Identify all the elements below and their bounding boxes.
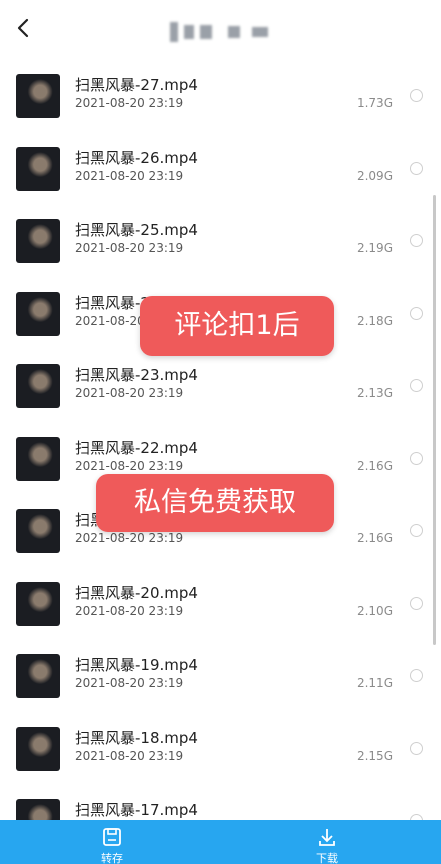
bottom-toolbar: 转存 下载 xyxy=(0,820,441,864)
file-name: 扫黑风暴-27.mp4 xyxy=(75,76,198,94)
video-thumbnail xyxy=(16,219,60,263)
file-size: 2.16G xyxy=(356,458,393,473)
file-size: 2.15G xyxy=(356,748,393,763)
file-date: 2021-08-20 23:19 xyxy=(75,386,184,400)
select-radio[interactable] xyxy=(410,669,423,682)
file-name: 扫黑风暴-19.mp4 xyxy=(75,656,198,674)
file-date: 2021-08-20 23:19 xyxy=(75,241,184,255)
file-name: 扫黑风暴-18.mp4 xyxy=(75,728,198,747)
video-thumbnail xyxy=(16,291,60,336)
file-size: 2.10G xyxy=(356,603,393,618)
video-thumbnail xyxy=(16,509,60,553)
file-name: 扫黑风暴-26.mp4 xyxy=(75,148,198,167)
file-row[interactable]: 扫黑风暴-27.mp4 2021-08-20 23:19 1.73G xyxy=(0,68,441,140)
file-row[interactable]: 扫黑风暴-26.mp4 2021-08-20 23:19 2.09G xyxy=(0,141,441,213)
select-radio[interactable] xyxy=(410,306,423,320)
download-label: 下载 xyxy=(316,852,338,864)
file-name: 扫黑风暴-25.mp4 xyxy=(75,221,198,239)
scrollbar[interactable] xyxy=(433,195,436,645)
video-thumbnail xyxy=(16,581,60,626)
file-size: 2.09G xyxy=(356,168,393,183)
select-radio[interactable] xyxy=(410,234,423,247)
file-name: 扫黑风暴-17.mp4 xyxy=(75,801,198,819)
select-radio[interactable] xyxy=(410,596,423,610)
file-size: 2.18G xyxy=(356,313,393,328)
file-row[interactable]: 扫黑风暴-19.mp4 2021-08-20 23:19 2.11G xyxy=(0,648,441,720)
video-thumbnail xyxy=(16,146,60,191)
save-disk-icon xyxy=(103,828,121,846)
download-button[interactable]: 下载 xyxy=(297,826,357,864)
header-bar xyxy=(0,0,441,60)
file-name: 扫黑风暴-22.mp4 xyxy=(75,438,198,457)
file-size: 2.11G xyxy=(356,676,393,690)
download-icon xyxy=(319,829,335,846)
file-date: 2021-08-20 23:19 xyxy=(75,96,184,110)
save-to-drive-button[interactable]: 转存 xyxy=(82,826,142,864)
file-row[interactable]: 扫黑风暴-25.mp4 2021-08-20 23:19 2.19G xyxy=(0,213,441,285)
file-date: 2021-08-20 23:19 xyxy=(75,748,184,763)
file-row[interactable]: 扫黑风暴-23.mp4 2021-08-20 23:19 2.13G xyxy=(0,358,441,430)
file-date: 2021-08-20 23:19 xyxy=(75,458,184,473)
file-size: 2.19G xyxy=(356,241,393,255)
select-radio[interactable] xyxy=(410,89,423,102)
video-thumbnail xyxy=(16,436,60,481)
file-date: 2021-08-20 23:19 xyxy=(75,603,184,618)
file-date: 2021-08-20 23:19 xyxy=(75,676,184,690)
video-thumbnail xyxy=(16,654,60,698)
promo-banner-message: 私信免费获取 xyxy=(96,474,334,532)
file-name: 扫黑风暴-20.mp4 xyxy=(75,583,198,602)
file-row[interactable]: 扫黑风暴-18.mp4 2021-08-20 23:19 2.15G xyxy=(0,721,441,793)
chevron-left-icon[interactable] xyxy=(10,12,38,44)
file-date: 2021-08-20 23:19 xyxy=(75,531,184,545)
video-thumbnail xyxy=(16,726,60,771)
select-radio[interactable] xyxy=(410,524,423,537)
save-label: 转存 xyxy=(101,852,123,864)
select-radio[interactable] xyxy=(410,379,423,392)
video-thumbnail xyxy=(16,364,60,408)
file-row[interactable]: 扫黑风暴-20.mp4 2021-08-20 23:19 2.10G xyxy=(0,576,441,648)
select-radio[interactable] xyxy=(410,161,423,175)
file-size: 2.16G xyxy=(356,531,393,545)
select-radio[interactable] xyxy=(410,741,423,755)
file-date: 2021-08-20 23:19 xyxy=(75,168,184,183)
file-size: 1.73G xyxy=(356,96,393,110)
video-thumbnail xyxy=(16,74,60,118)
page-title-obscured xyxy=(170,20,268,44)
file-name: 扫黑风暴-23.mp4 xyxy=(75,366,198,384)
file-size: 2.13G xyxy=(356,386,393,400)
select-radio[interactable] xyxy=(410,451,423,465)
promo-banner-comment: 评论扣1后 xyxy=(140,296,334,356)
